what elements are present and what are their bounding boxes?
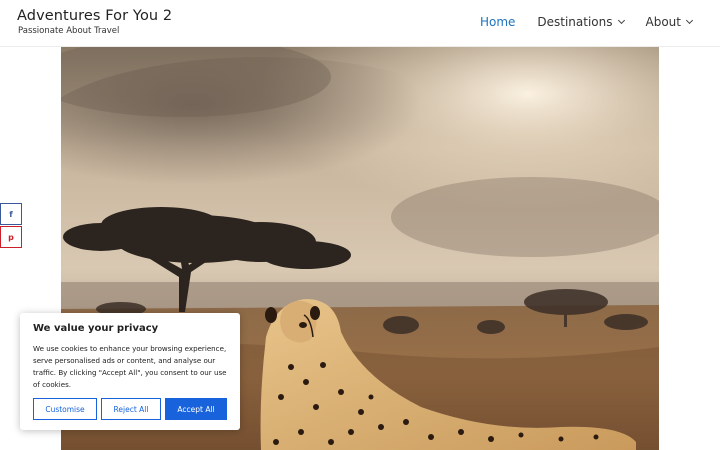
cookie-description: We use cookies to enhance your browsing … bbox=[33, 344, 227, 389]
facebook-share-button[interactable]: f bbox=[0, 203, 22, 225]
facebook-icon: f bbox=[9, 209, 13, 219]
chevron-down-icon bbox=[685, 16, 694, 24]
site-tagline: Passionate About Travel bbox=[18, 26, 120, 36]
customise-button[interactable]: Customise bbox=[33, 398, 97, 420]
pinterest-icon: p bbox=[8, 232, 14, 242]
chevron-down-icon bbox=[617, 16, 625, 24]
nav-item-destinations[interactable]: Destinations bbox=[537, 15, 625, 29]
site-title[interactable]: Adventures For You 2 bbox=[17, 8, 172, 24]
reject-all-button[interactable]: Reject All bbox=[101, 398, 161, 420]
nav-item-label: About bbox=[645, 15, 681, 29]
accept-all-button[interactable]: Accept All bbox=[165, 398, 227, 420]
nav-item-about[interactable]: About bbox=[645, 15, 694, 29]
site-header: Adventures For You 2 Passionate About Tr… bbox=[0, 0, 720, 47]
social-share-bar: f p bbox=[0, 203, 22, 249]
cookie-consent-banner: We value your privacy We use cookies to … bbox=[20, 313, 240, 430]
nav-item-home[interactable]: Home bbox=[480, 15, 515, 29]
cookie-title: We value your privacy bbox=[33, 323, 159, 334]
cookie-buttons: Customise Reject All Accept All bbox=[33, 398, 227, 420]
pinterest-share-button[interactable]: p bbox=[0, 226, 22, 248]
main-nav: Home Destinations About bbox=[458, 15, 694, 29]
nav-item-label: Destinations bbox=[537, 15, 613, 29]
nav-item-label: Home bbox=[479, 15, 516, 29]
